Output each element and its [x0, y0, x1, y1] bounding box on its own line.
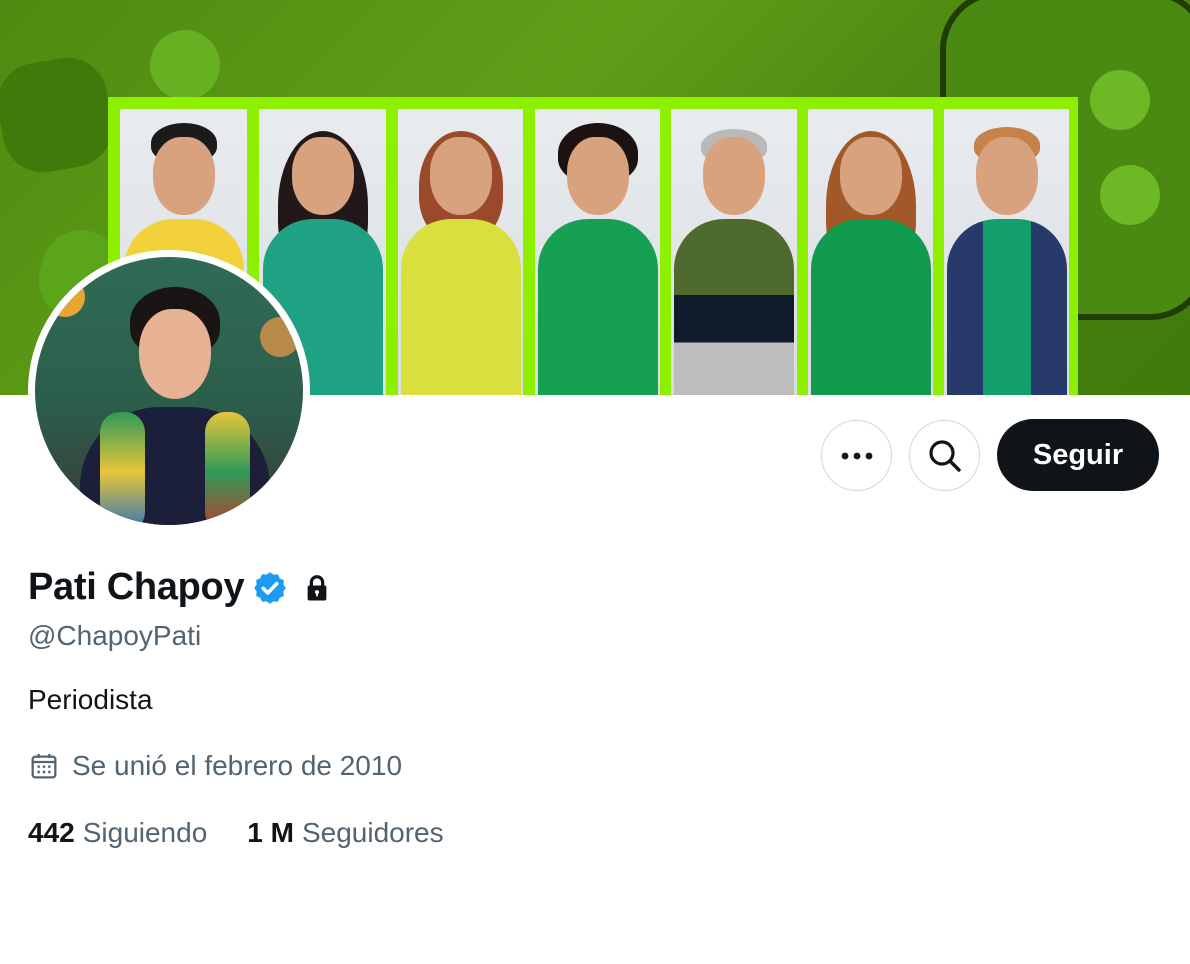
calendar-icon — [31, 754, 57, 779]
profile-name: Pati Chapoy — [28, 566, 245, 608]
joined-date: Se unió el febrero de 2010 — [28, 750, 402, 782]
banner-decor — [144, 24, 226, 106]
more-options-button[interactable] — [821, 420, 892, 491]
profile-stats: 442 Siguiendo 1 M Seguidores — [28, 817, 484, 849]
follow-button[interactable]: Seguir — [997, 419, 1159, 491]
followers-label: Seguidores — [301, 817, 444, 848]
following-count: 442 — [28, 817, 75, 848]
search-icon — [928, 439, 961, 472]
profile-name-row: Pati Chapoy — [28, 566, 332, 609]
search-profile-button[interactable] — [909, 420, 980, 491]
banner-person — [535, 109, 660, 395]
followers-link[interactable]: 1 M Seguidores — [247, 817, 443, 849]
followers-count: 1 M — [247, 817, 294, 848]
banner-person — [671, 109, 797, 395]
following-label: Siguiendo — [82, 817, 208, 848]
avatar-photo — [35, 257, 303, 525]
profile-handle: @ChapoyPati — [28, 620, 202, 651]
banner-decor — [0, 51, 119, 179]
profile-bio: Periodista — [28, 684, 153, 715]
more-horizontal-icon — [841, 452, 872, 459]
banner-person — [944, 109, 1069, 395]
banner-person — [398, 109, 523, 395]
following-link[interactable]: 442 Siguiendo — [28, 817, 207, 849]
profile-avatar[interactable] — [28, 250, 310, 532]
joined-text: Se unió el febrero de 2010 — [72, 750, 403, 781]
verified-badge-icon[interactable] — [252, 570, 288, 606]
lock-icon — [307, 574, 327, 600]
banner-person — [808, 109, 933, 395]
